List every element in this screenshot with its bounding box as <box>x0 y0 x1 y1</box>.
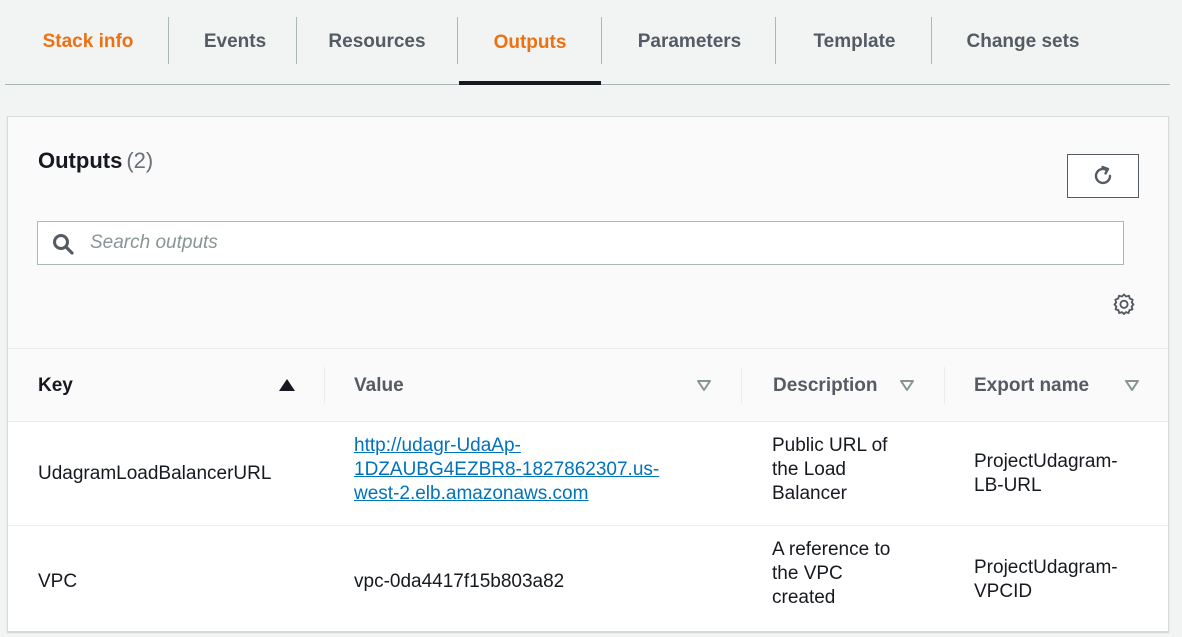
tab-divider <box>775 17 776 64</box>
output-value: vpc-0da4417f15b803a82 <box>354 571 565 592</box>
output-value-line[interactable]: west-2.elb.amazonaws.com <box>354 482 659 506</box>
tab-divider <box>601 17 602 64</box>
tab-resources[interactable]: Resources <box>327 0 427 84</box>
tab-bar: Stack info Events Resources Outputs Para… <box>5 0 1170 85</box>
table-row: VPC vpc-0da4417f15b803a82 A reference to… <box>8 526 1168 632</box>
description-line: the Load <box>772 459 846 480</box>
tab-divider <box>457 17 458 64</box>
output-description: Public URL of the Load Balancer <box>772 434 887 506</box>
description-line: Public URL of <box>772 435 888 456</box>
output-description: A reference to the VPC created <box>772 538 890 610</box>
column-header-description[interactable]: Description <box>773 349 878 422</box>
column-divider <box>741 367 742 404</box>
panel-title-text: Outputs <box>38 148 123 173</box>
table-row: UdagramLoadBalancerURL http://udagr-UdaA… <box>8 422 1168 526</box>
output-value-link[interactable]: http://udagr-UdaAp- 1DZAUBG4EZBR8-182786… <box>354 434 659 506</box>
tab-parameters[interactable]: Parameters <box>632 0 747 84</box>
tab-divider <box>931 17 932 64</box>
column-header-key[interactable]: Key <box>38 349 73 422</box>
search-box <box>37 221 1124 265</box>
output-value-line[interactable]: 1DZAUBG4EZBR8-1827862307.us- <box>354 458 659 482</box>
sort-icon[interactable] <box>696 379 712 392</box>
export-name-line: VPCID <box>974 581 1033 602</box>
panel-title: Outputs (2) <box>38 148 153 174</box>
column-header-export-name[interactable]: Export name <box>974 349 1089 422</box>
outputs-panel: Outputs(2) Key Value <box>7 116 1169 632</box>
output-key: UdagramLoadBalancerURL <box>38 463 272 484</box>
search-icon <box>53 234 74 255</box>
output-count: (2) <box>126 148 154 173</box>
table-header: Key Value Description Export name <box>8 349 1168 422</box>
settings-gear-icon[interactable] <box>1112 292 1136 316</box>
description-line: created <box>772 587 836 608</box>
column-divider <box>324 367 325 404</box>
output-export-name: ProjectUdagram- LB-URL <box>974 450 1118 498</box>
refresh-icon <box>1094 165 1112 185</box>
tab-events[interactable]: Events <box>200 0 270 84</box>
panel-header: Outputs (2) <box>8 117 1168 349</box>
tab-divider <box>168 17 169 64</box>
tab-divider <box>296 17 297 64</box>
description-line: A reference to <box>772 539 891 560</box>
tab-outputs[interactable]: Outputs <box>459 0 601 85</box>
output-export-name: ProjectUdagram- VPCID <box>974 556 1118 604</box>
sort-ascending-icon[interactable] <box>278 378 296 392</box>
sort-icon[interactable] <box>1124 379 1140 392</box>
tab-stack-info[interactable]: Stack info <box>38 0 138 84</box>
description-line: the VPC <box>772 563 843 584</box>
description-line: Balancer <box>772 483 847 504</box>
export-name-line: LB-URL <box>974 475 1042 496</box>
output-value-line[interactable]: http://udagr-UdaAp- <box>354 434 659 458</box>
search-input[interactable] <box>90 222 1110 264</box>
refresh-button[interactable] <box>1067 154 1139 198</box>
column-divider <box>944 367 945 404</box>
sort-icon[interactable] <box>899 379 915 392</box>
tab-change-sets[interactable]: Change sets <box>963 0 1083 84</box>
export-name-line: ProjectUdagram- <box>974 451 1118 472</box>
column-header-value[interactable]: Value <box>354 349 404 422</box>
export-name-line: ProjectUdagram- <box>974 557 1118 578</box>
tab-template[interactable]: Template <box>806 0 903 84</box>
output-key: VPC <box>38 571 78 592</box>
